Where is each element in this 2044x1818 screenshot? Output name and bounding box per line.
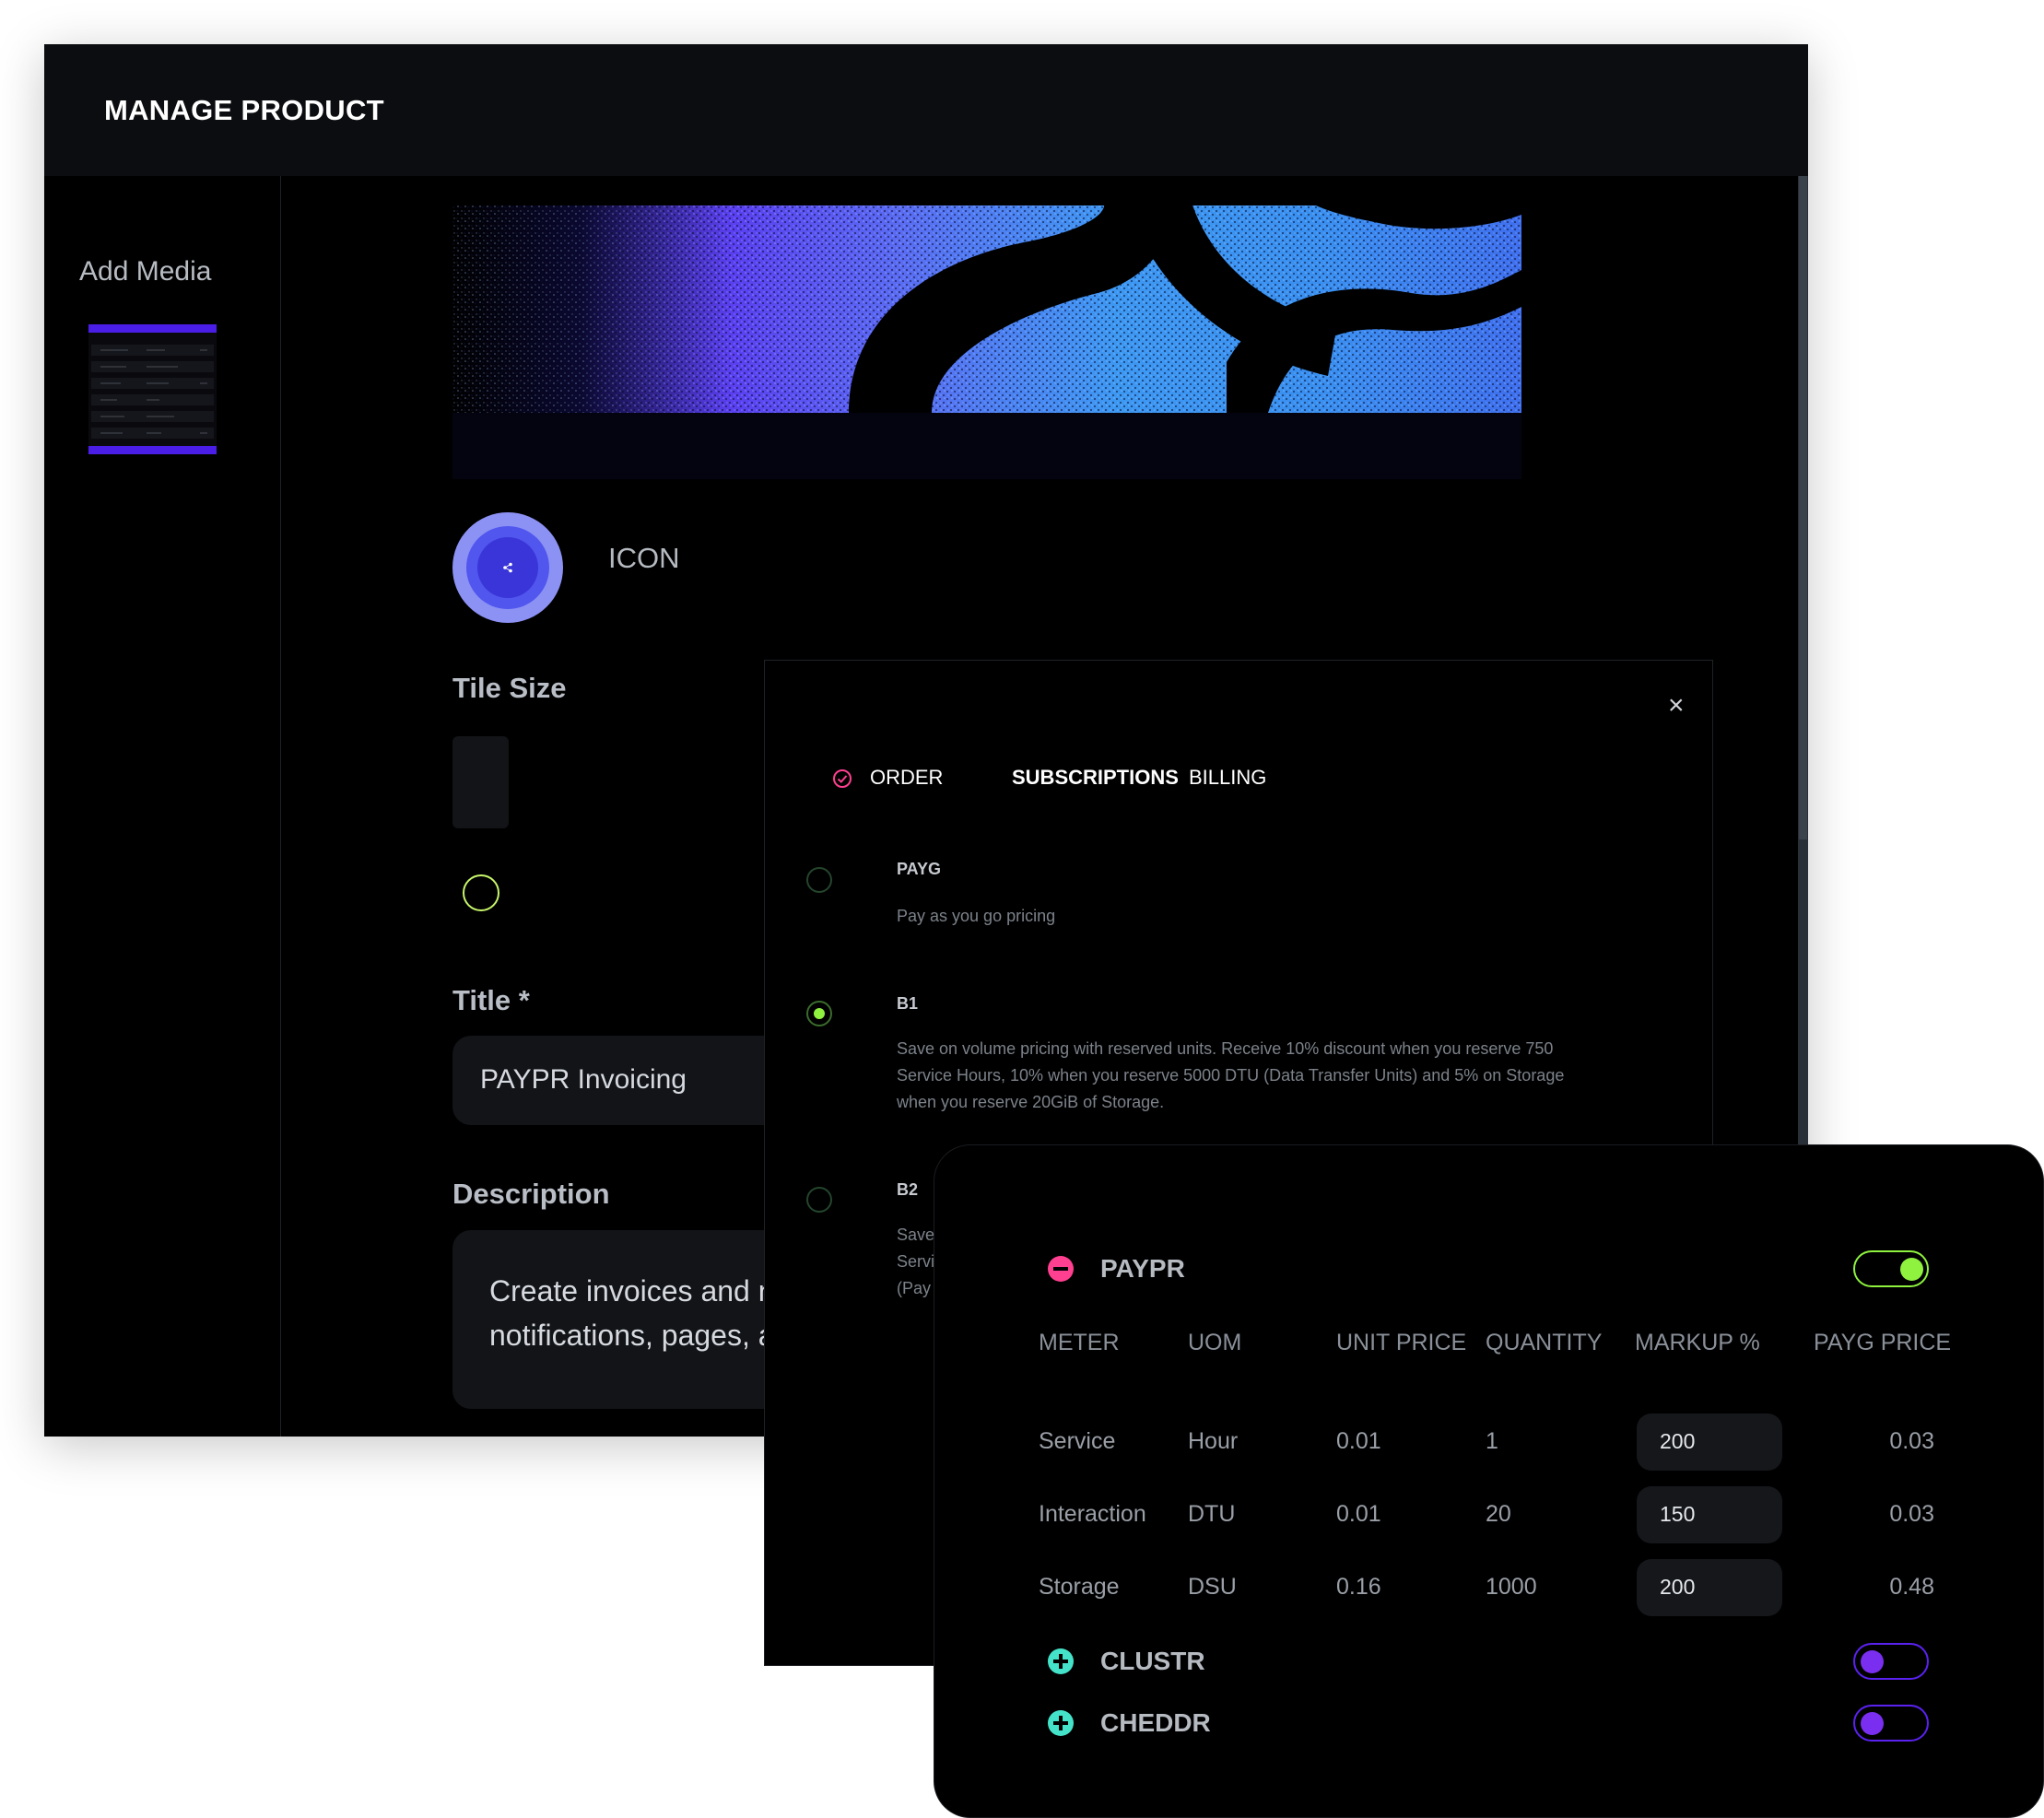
expand-icon[interactable] bbox=[1048, 1710, 1074, 1736]
tile-size-radio[interactable] bbox=[463, 874, 499, 911]
plan-payg-name: PAYG bbox=[897, 860, 942, 878]
cell-payg-price: 0.03 bbox=[1889, 1428, 1934, 1454]
scrollbar-thumb[interactable] bbox=[1799, 176, 1807, 839]
markup-input[interactable]: 150 bbox=[1637, 1486, 1782, 1543]
group-clustr-name: CLUSTR bbox=[1100, 1647, 1205, 1675]
cheddr-toggle[interactable] bbox=[1853, 1705, 1929, 1742]
column-header-payg-price: PAYG PRICE bbox=[1814, 1330, 1952, 1355]
product-icon[interactable] bbox=[452, 512, 563, 623]
media-thumbnail[interactable] bbox=[88, 324, 217, 454]
banner-image[interactable] bbox=[452, 205, 1521, 413]
title-label: Title * bbox=[452, 984, 530, 1016]
thumbnail-row bbox=[91, 394, 214, 405]
cell-uom: Hour bbox=[1188, 1428, 1239, 1454]
thumbnail-row bbox=[91, 428, 214, 439]
share-icon bbox=[503, 562, 512, 573]
plan-b1-description-line: Save on volume pricing with reserved uni… bbox=[897, 1039, 1554, 1058]
column-header-uom: UOM bbox=[1188, 1330, 1242, 1355]
stage: MANAGE PRODUCT Add Media ICON Tile Size … bbox=[0, 0, 2044, 1818]
cell-payg-price: 0.03 bbox=[1889, 1501, 1934, 1527]
thumbnail-row bbox=[91, 345, 214, 356]
icon-label: ICON bbox=[608, 542, 680, 574]
markup-input[interactable]: 200 bbox=[1637, 1559, 1782, 1616]
cell-uom: DSU bbox=[1188, 1574, 1237, 1600]
tile-size-option[interactable] bbox=[452, 736, 509, 828]
plan-b2-description-line: Save bbox=[897, 1226, 935, 1244]
plan-payg-radio[interactable] bbox=[806, 867, 832, 893]
add-media-label: Add Media bbox=[79, 256, 212, 287]
plan-b1-description-line: when you reserve 20GiB of Storage. bbox=[897, 1093, 1165, 1111]
thumbnail-top-bar bbox=[88, 324, 217, 333]
cell-meter: Interaction bbox=[1039, 1501, 1146, 1527]
toggle-knob bbox=[1861, 1650, 1884, 1673]
plan-b2-description-line: (Pay bbox=[897, 1279, 932, 1297]
group-cheddr-name: CHEDDR bbox=[1100, 1708, 1211, 1737]
column-header-unit-price: UNIT PRICE bbox=[1336, 1330, 1467, 1355]
product-icon-core bbox=[477, 537, 538, 598]
cell-uom: DTU bbox=[1188, 1501, 1236, 1527]
group-paypr-name: PAYPR bbox=[1100, 1254, 1185, 1283]
thumbnail-row bbox=[91, 378, 214, 389]
thumbnail-bottom-bar bbox=[88, 446, 217, 454]
close-icon[interactable]: × bbox=[1668, 692, 1685, 720]
tab-order[interactable]: ORDER bbox=[870, 766, 943, 790]
plan-b1-name: B1 bbox=[897, 994, 919, 1013]
thumbnail-row bbox=[91, 411, 214, 422]
cell-payg-price: 0.48 bbox=[1889, 1574, 1934, 1600]
tile-size-label: Tile Size bbox=[452, 672, 567, 704]
cell-unit-price: 0.16 bbox=[1336, 1574, 1381, 1600]
cell-unit-price: 0.01 bbox=[1336, 1428, 1381, 1454]
check-circle-icon bbox=[833, 769, 852, 788]
page-title: MANAGE PRODUCT bbox=[104, 94, 384, 126]
markup-value: 200 bbox=[1660, 1429, 1696, 1453]
cell-unit-price: 0.01 bbox=[1336, 1501, 1381, 1527]
media-sidebar: Add Media bbox=[44, 176, 281, 1437]
tab-billing[interactable]: BILLING bbox=[1189, 766, 1266, 790]
toggle-knob bbox=[1861, 1712, 1884, 1735]
thumbnail-row bbox=[91, 361, 214, 372]
markup-value: 150 bbox=[1660, 1502, 1696, 1526]
tab-subscriptions[interactable]: SUBSCRIPTIONS bbox=[1012, 766, 1179, 790]
cell-quantity: 1 bbox=[1486, 1428, 1498, 1454]
cell-quantity: 20 bbox=[1486, 1501, 1511, 1527]
column-header-markup: MARKUP % bbox=[1635, 1330, 1760, 1355]
expand-icon[interactable] bbox=[1048, 1648, 1074, 1674]
cell-meter: Storage bbox=[1039, 1574, 1120, 1600]
collapse-icon[interactable] bbox=[1048, 1256, 1074, 1282]
plan-payg-description: Pay as you go pricing bbox=[897, 907, 1056, 925]
toggle-knob bbox=[1900, 1258, 1923, 1281]
description-label: Description bbox=[452, 1178, 610, 1210]
product-icon-ring bbox=[466, 526, 549, 609]
window-header: MANAGE PRODUCT bbox=[44, 44, 1808, 176]
plan-b1-radio[interactable] bbox=[806, 1001, 832, 1026]
plan-b2-radio[interactable] bbox=[806, 1187, 832, 1213]
clustr-toggle[interactable] bbox=[1853, 1643, 1929, 1680]
plan-b2-name: B2 bbox=[897, 1180, 919, 1199]
plan-b1-description: Save on volume pricing with reserved uni… bbox=[897, 1036, 1597, 1116]
plan-b2-description-line: Servi bbox=[897, 1252, 935, 1271]
cell-meter: Service bbox=[1039, 1428, 1116, 1454]
cell-quantity: 1000 bbox=[1486, 1574, 1537, 1600]
markup-value: 200 bbox=[1660, 1575, 1696, 1599]
title-input-value: PAYPR Invoicing bbox=[480, 1064, 687, 1095]
markup-input[interactable]: 200 bbox=[1637, 1413, 1782, 1471]
banner-footer-strip bbox=[452, 413, 1521, 479]
plan-b1-description-line: Service Hours, 10% when you reserve 5000… bbox=[897, 1066, 1565, 1085]
pricing-card: PAYPR METER UOM UNIT PRICE QUANTITY MARK… bbox=[934, 1144, 2044, 1818]
plan-b2-description: Save Servi (Pay bbox=[897, 1222, 934, 1302]
paypr-toggle[interactable] bbox=[1853, 1250, 1929, 1287]
column-header-quantity: QUANTITY bbox=[1486, 1330, 1603, 1355]
column-header-meter: METER bbox=[1039, 1330, 1120, 1355]
